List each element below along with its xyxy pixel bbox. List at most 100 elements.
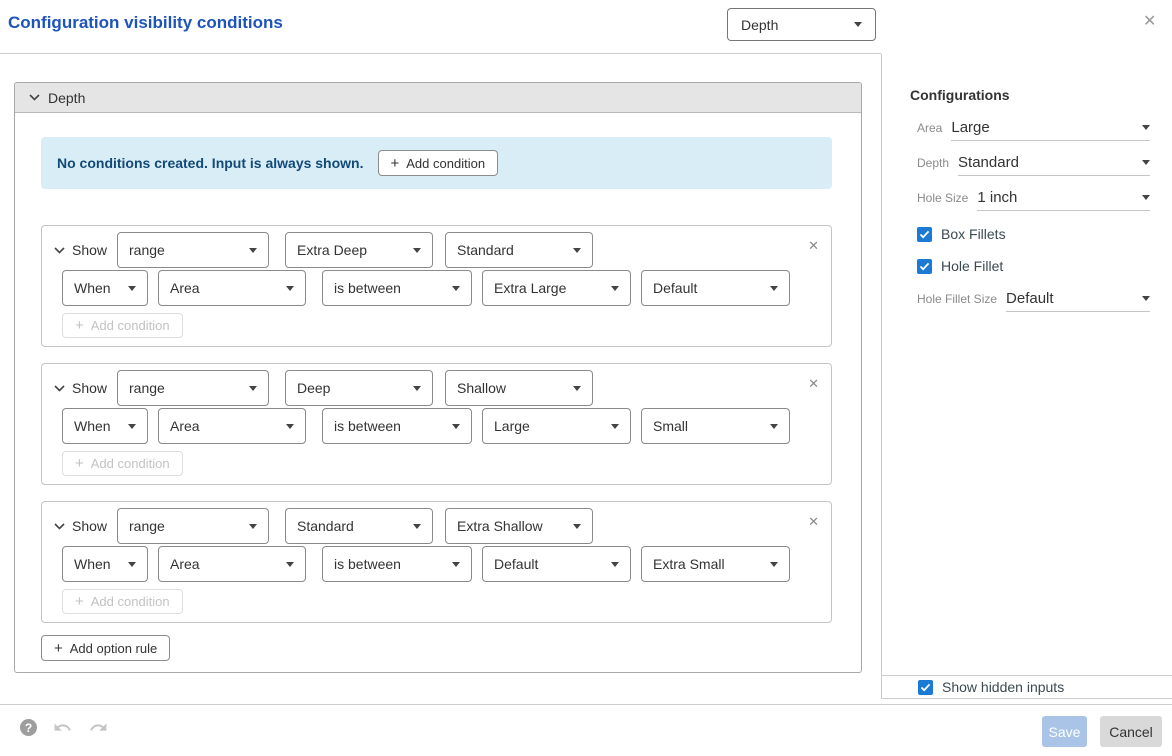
hole-fillet-checkbox[interactable]: Hole Fillet xyxy=(917,258,1003,274)
caret-down-icon xyxy=(1142,195,1150,200)
show-toggle[interactable]: Show xyxy=(54,232,107,268)
rule-type-dropdown[interactable]: range xyxy=(117,508,269,544)
caret-down-icon xyxy=(286,286,294,291)
redo-icon[interactable] xyxy=(89,718,108,742)
rule-from-dropdown[interactable]: Deep xyxy=(285,370,433,406)
field-label: Depth xyxy=(917,156,949,170)
rule-to-dropdown[interactable]: Standard xyxy=(445,232,593,268)
rule-from-dropdown[interactable]: Standard xyxy=(285,508,433,544)
caret-down-icon xyxy=(770,562,778,567)
caret-down-icon xyxy=(611,424,619,429)
remove-rule-icon[interactable]: ✕ xyxy=(808,239,819,252)
add-option-rule-button[interactable]: + Add option rule xyxy=(41,635,170,661)
cancel-button[interactable]: Cancel xyxy=(1100,716,1162,747)
config-hole-size-dropdown[interactable]: 1 inch xyxy=(977,185,1150,211)
add-condition-disabled-button: + Add condition xyxy=(62,589,183,614)
plus-icon: + xyxy=(75,318,84,333)
condition-from-dropdown[interactable]: Large xyxy=(482,408,631,444)
config-area-dropdown[interactable]: Large xyxy=(951,115,1150,141)
option-rule-card: Show range Extra Deep Standard ✕ When Ar… xyxy=(41,225,832,347)
dialog-title: Configuration visibility conditions xyxy=(8,13,283,33)
remove-rule-icon[interactable]: ✕ xyxy=(808,377,819,390)
show-toggle[interactable]: Show xyxy=(54,508,107,544)
info-banner: No conditions created. Input is always s… xyxy=(41,137,832,189)
configuration-visibility-dialog: Configuration visibility conditions Dept… xyxy=(0,0,1172,756)
condition-to-dropdown[interactable]: Extra Small xyxy=(641,546,790,582)
config-field-depth: Depth Standard xyxy=(917,150,1150,176)
header-divider xyxy=(0,53,881,54)
caret-down-icon xyxy=(452,562,460,567)
field-label: Area xyxy=(917,121,942,135)
show-label: Show xyxy=(72,518,107,534)
caret-down-icon xyxy=(452,424,460,429)
caret-down-icon xyxy=(452,286,460,291)
condition-to-dropdown[interactable]: Small xyxy=(641,408,790,444)
caret-down-icon xyxy=(854,22,862,27)
show-label: Show xyxy=(72,242,107,258)
rule-to-dropdown[interactable]: Shallow xyxy=(445,370,593,406)
configurations-heading: Configurations xyxy=(910,87,1010,103)
checkbox-checked-icon xyxy=(917,259,932,274)
when-dropdown[interactable]: When xyxy=(62,408,148,444)
config-field-hole-size: Hole Size 1 inch xyxy=(917,185,1150,211)
remove-rule-icon[interactable]: ✕ xyxy=(808,515,819,528)
plus-icon: + xyxy=(75,594,84,609)
field-label: Hole Fillet Size xyxy=(917,292,997,306)
condition-input-dropdown[interactable]: Area xyxy=(158,270,306,306)
depth-rules-panel: Depth No conditions created. Input is al… xyxy=(14,82,862,673)
config-hole-fillet-size-dropdown[interactable]: Default xyxy=(1006,286,1150,312)
caret-down-icon xyxy=(573,386,581,391)
caret-down-icon xyxy=(413,524,421,529)
rule-type-dropdown[interactable]: range xyxy=(117,370,269,406)
undo-icon[interactable] xyxy=(53,718,72,742)
rule-type-dropdown[interactable]: range xyxy=(117,232,269,268)
banner-text: No conditions created. Input is always s… xyxy=(57,155,364,171)
condition-from-dropdown[interactable]: Extra Large xyxy=(482,270,631,306)
depth-section-header[interactable]: Depth xyxy=(15,83,861,113)
section-title: Depth xyxy=(48,90,85,106)
when-dropdown[interactable]: When xyxy=(62,546,148,582)
checkbox-checked-icon xyxy=(917,227,932,242)
checkbox-checked-icon xyxy=(918,680,933,695)
save-button[interactable]: Save xyxy=(1042,716,1087,747)
caret-down-icon xyxy=(573,524,581,529)
caret-down-icon xyxy=(249,386,257,391)
caret-down-icon xyxy=(1142,125,1150,130)
condition-operator-dropdown[interactable]: is between xyxy=(322,546,472,582)
option-rule-card: Show range Standard Extra Shallow ✕ When… xyxy=(41,501,832,623)
show-hidden-inputs-row[interactable]: Show hidden inputs xyxy=(882,675,1172,699)
help-icon[interactable]: ? xyxy=(20,719,37,736)
condition-from-dropdown[interactable]: Default xyxy=(482,546,631,582)
input-selector-dropdown[interactable]: Depth xyxy=(727,8,876,41)
condition-input-dropdown[interactable]: Area xyxy=(158,408,306,444)
dialog-close-icon[interactable]: ✕ xyxy=(1143,14,1156,30)
rule-to-dropdown[interactable]: Extra Shallow xyxy=(445,508,593,544)
condition-input-dropdown[interactable]: Area xyxy=(158,546,306,582)
caret-down-icon xyxy=(770,286,778,291)
config-depth-dropdown[interactable]: Standard xyxy=(958,150,1150,176)
caret-down-icon xyxy=(413,386,421,391)
chevron-down-icon xyxy=(54,247,65,254)
plus-icon: + xyxy=(54,641,63,656)
caret-down-icon xyxy=(128,286,136,291)
config-field-area: Area Large xyxy=(917,115,1150,141)
caret-down-icon xyxy=(1142,160,1150,165)
condition-to-dropdown[interactable]: Default xyxy=(641,270,790,306)
footer-divider xyxy=(0,704,1172,705)
condition-operator-dropdown[interactable]: is between xyxy=(322,408,472,444)
caret-down-icon xyxy=(128,562,136,567)
condition-operator-dropdown[interactable]: is between xyxy=(322,270,472,306)
chevron-down-icon xyxy=(54,385,65,392)
caret-down-icon xyxy=(413,248,421,253)
caret-down-icon xyxy=(770,424,778,429)
show-toggle[interactable]: Show xyxy=(54,370,107,406)
add-condition-button[interactable]: + Add condition xyxy=(378,150,499,176)
caret-down-icon xyxy=(573,248,581,253)
input-selector-value: Depth xyxy=(741,17,778,33)
when-dropdown[interactable]: When xyxy=(62,270,148,306)
config-field-hole-fillet-size: Hole Fillet Size Default xyxy=(917,286,1150,312)
field-label: Hole Size xyxy=(917,191,968,205)
caret-down-icon xyxy=(249,248,257,253)
box-fillets-checkbox[interactable]: Box Fillets xyxy=(917,226,1006,242)
rule-from-dropdown[interactable]: Extra Deep xyxy=(285,232,433,268)
